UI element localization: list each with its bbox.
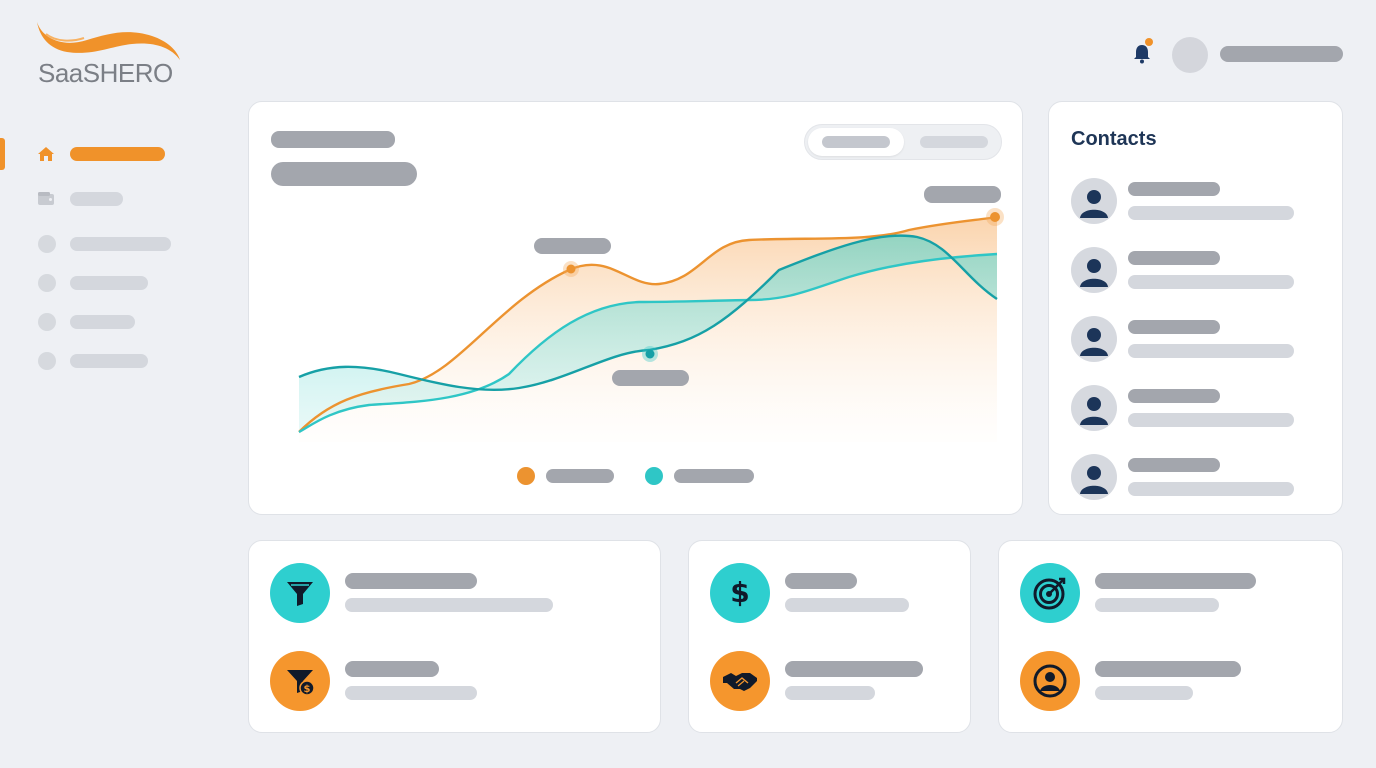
chart-card [248, 101, 1023, 515]
contacts-card: Contacts [1048, 101, 1343, 515]
svg-text:$: $ [304, 684, 311, 695]
contacts-title: Contacts [1071, 128, 1157, 150]
contact-item[interactable] [1071, 385, 1321, 433]
stat-item-funnel-revenue[interactable]: $ [270, 651, 640, 713]
legend-label [546, 469, 614, 483]
end-point [990, 212, 1000, 222]
user-icon [1071, 385, 1117, 431]
app-logo[interactable]: SaaSHERO [30, 20, 190, 90]
stat-subtitle [1095, 598, 1219, 612]
stat-item-revenue[interactable]: $ [710, 563, 950, 625]
user-avatar[interactable] [1172, 37, 1208, 73]
contact-detail [1128, 344, 1294, 358]
stat-item-customers[interactable] [1020, 651, 1320, 713]
active-nav-indicator [0, 138, 5, 170]
user-icon [1071, 454, 1117, 500]
contact-item[interactable] [1071, 316, 1321, 364]
contact-name [1128, 251, 1220, 265]
sidebar-item-5[interactable] [34, 310, 184, 334]
sidebar-item-label [70, 276, 148, 290]
sidebar-item-3[interactable] [34, 232, 184, 256]
orange-point [566, 264, 576, 274]
legend-swatch [645, 467, 663, 485]
stat-title [345, 661, 439, 677]
circle-icon [38, 352, 56, 370]
tooltip-label-end [924, 186, 1001, 203]
sidebar-item-label [70, 237, 171, 251]
home-icon [38, 147, 54, 161]
legend-item-orange[interactable] [517, 466, 627, 486]
stats-card-revenue: $ [688, 540, 971, 733]
wallet-icon [38, 192, 54, 205]
stat-subtitle [785, 598, 909, 612]
stat-subtitle [345, 598, 553, 612]
notifications-button[interactable] [1130, 38, 1154, 66]
contact-item[interactable] [1071, 247, 1321, 295]
contact-detail [1128, 275, 1294, 289]
user-icon [1071, 178, 1117, 224]
sidebar-item-home[interactable] [34, 142, 184, 166]
svg-text:$: $ [730, 576, 749, 609]
stat-title [785, 573, 857, 589]
user-name-placeholder [1220, 46, 1343, 62]
legend-swatch [517, 467, 535, 485]
stat-subtitle [1095, 686, 1193, 700]
logo-text: SaaSHERO [38, 58, 173, 88]
user-icon [1071, 316, 1117, 362]
notification-badge [1145, 38, 1153, 46]
contact-name [1128, 389, 1220, 403]
handshake-icon [710, 651, 770, 711]
stat-subtitle [345, 686, 477, 700]
contact-name [1128, 182, 1220, 196]
contact-name [1128, 320, 1220, 334]
sidebar-item-label [70, 354, 148, 368]
teal-point [645, 349, 655, 359]
sidebar-item-label [70, 315, 135, 329]
legend-label [674, 469, 754, 483]
dollar-icon: $ [710, 563, 770, 623]
contact-item[interactable] [1071, 454, 1321, 502]
legend-item-teal[interactable] [645, 466, 765, 486]
stat-title [345, 573, 477, 589]
stat-item-funnel[interactable] [270, 563, 640, 625]
sidebar-item-label [70, 147, 165, 161]
stat-item-deals[interactable] [710, 651, 950, 713]
line-area-chart[interactable] [249, 102, 1024, 516]
stat-title [1095, 573, 1256, 589]
sidebar-item-wallet[interactable] [34, 187, 184, 211]
target-icon [1020, 563, 1080, 623]
circle-icon [38, 235, 56, 253]
contact-detail [1128, 413, 1294, 427]
contact-item[interactable] [1071, 178, 1321, 226]
stat-title [785, 661, 923, 677]
tooltip-label-teal [612, 370, 689, 386]
funnel-icon [270, 563, 330, 623]
user-circle-icon [1020, 651, 1080, 711]
stat-title [1095, 661, 1241, 677]
sidebar-item-6[interactable] [34, 349, 184, 373]
contact-detail [1128, 206, 1294, 220]
stats-card-funnel: $ [248, 540, 661, 733]
stat-item-targets[interactable] [1020, 563, 1320, 625]
circle-icon [38, 274, 56, 292]
logo-swoosh-icon [37, 22, 180, 60]
circle-icon [38, 313, 56, 331]
user-icon [1071, 247, 1117, 293]
stat-subtitle [785, 686, 875, 700]
sidebar-item-4[interactable] [34, 271, 184, 295]
contact-detail [1128, 482, 1294, 496]
tooltip-label-orange [534, 238, 611, 254]
stats-card-goals [998, 540, 1343, 733]
contact-name [1128, 458, 1220, 472]
funnel-dollar-icon: $ [270, 651, 330, 711]
sidebar-item-label [70, 192, 123, 206]
